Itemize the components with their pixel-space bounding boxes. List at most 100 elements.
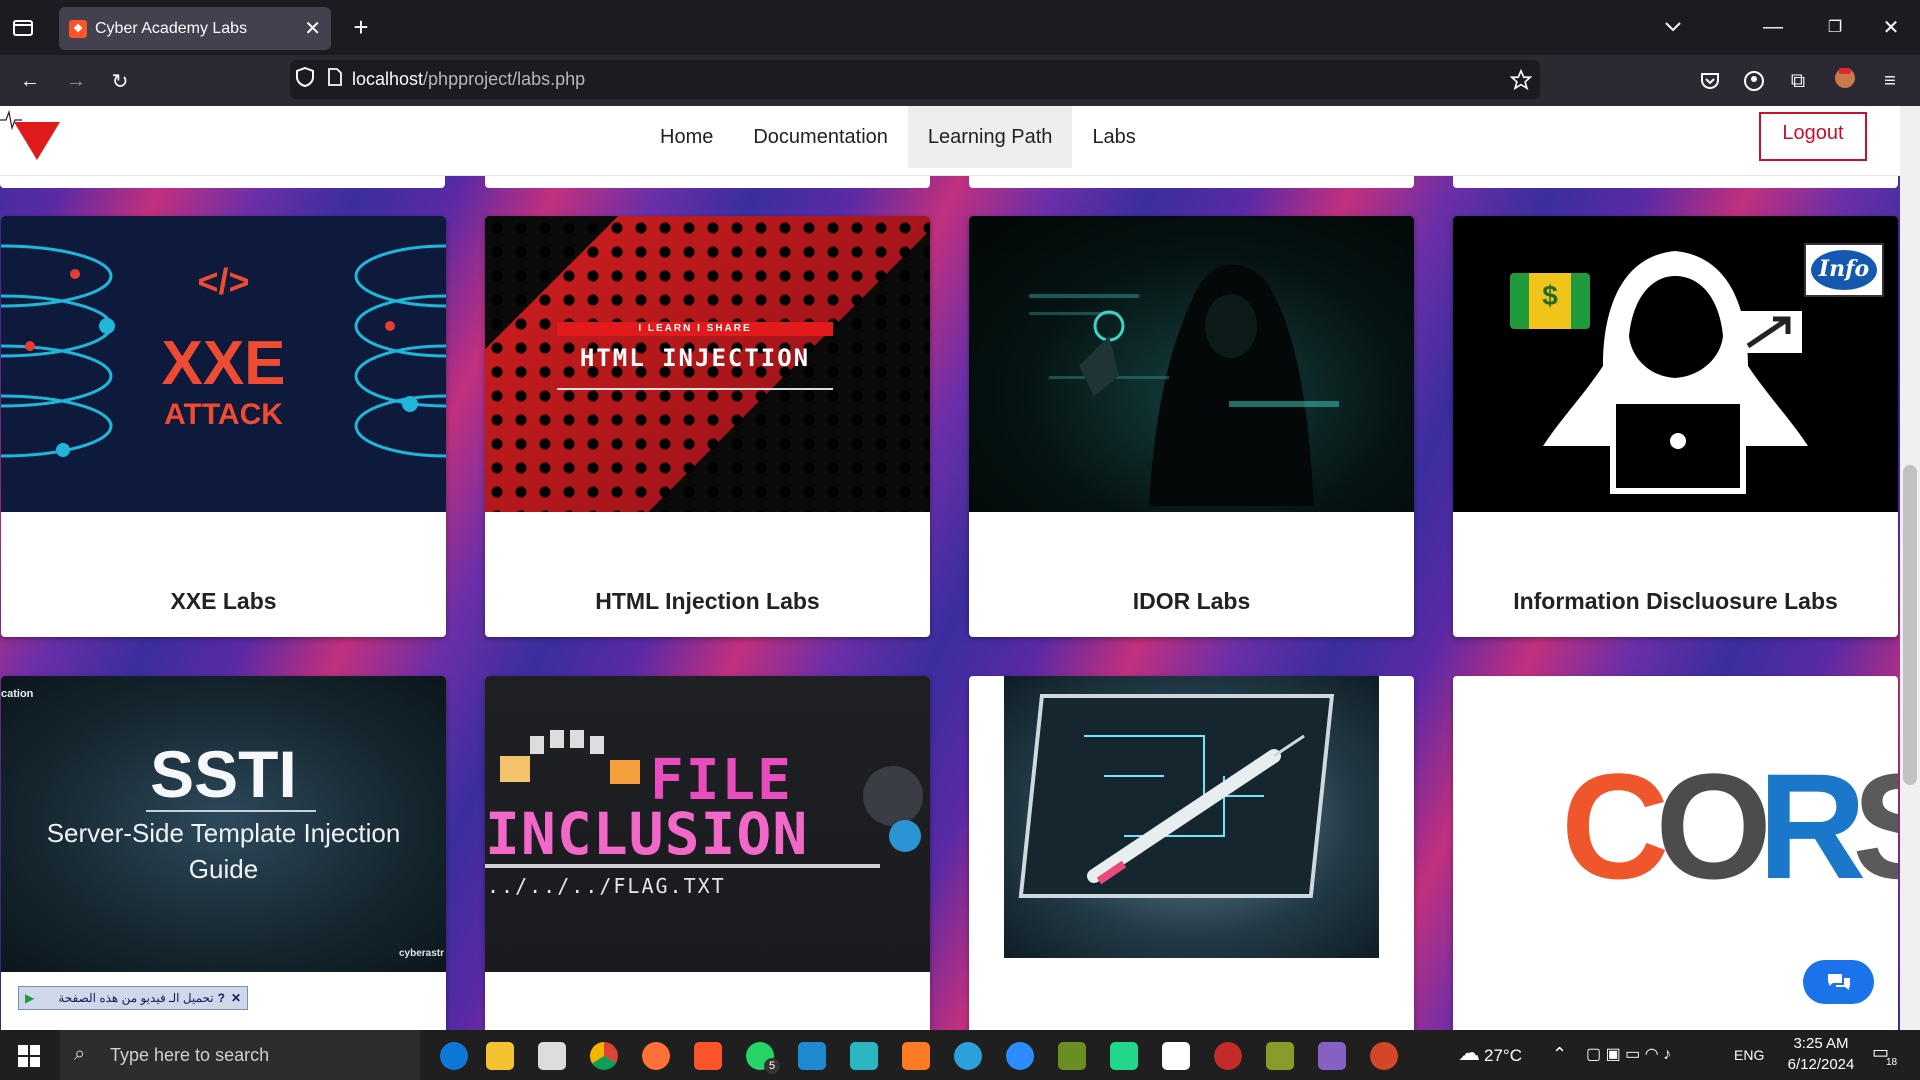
help-icon[interactable]: ?	[218, 991, 225, 1005]
ssti-image-title: SSTI	[150, 737, 297, 811]
vscode-icon[interactable]	[798, 1042, 826, 1070]
telegram-icon[interactable]	[954, 1042, 982, 1070]
card-prev-bottom	[0, 176, 445, 188]
cors-letter-c: C	[1561, 742, 1669, 910]
site-logo-icon[interactable]	[0, 109, 62, 166]
recorder-icon[interactable]	[1214, 1042, 1242, 1070]
restore-icon[interactable]: ❐	[1822, 14, 1848, 40]
app2-icon[interactable]	[1266, 1042, 1294, 1070]
search-placeholder: Type here to search	[110, 1044, 270, 1065]
logout-button[interactable]: Logout	[1759, 112, 1867, 161]
chat-button[interactable]	[1803, 960, 1874, 1004]
video-download-bar[interactable]: ▶ تحميل الـ فيديو من هذه الصفحة ? ✕	[18, 986, 248, 1010]
zoom-icon[interactable]	[1006, 1042, 1034, 1070]
chat-icon	[1827, 974, 1850, 990]
file-inclusion-card-image: FILE INCLUSION ../../../FLAG.TXT	[485, 676, 930, 972]
site-header: Home Documentation Learning Path Labs Lo…	[0, 106, 1900, 176]
windows-taskbar: ⌕ Type here to search 5 ☁ 27°C ⌃ ▢ ▣ ▭ ◠…	[0, 1030, 1920, 1080]
lab-card-title[interactable]: XXE Labs	[1, 588, 446, 615]
extension-avatar-icon[interactable]	[1832, 63, 1858, 93]
forward-icon[interactable]: →	[62, 67, 90, 95]
nav-home[interactable]: Home	[640, 106, 733, 168]
cors-letter-o: O	[1655, 742, 1772, 910]
tab-favicon-icon: ❖	[69, 19, 87, 38]
close-icon[interactable]: ✕	[231, 991, 241, 1005]
browser-tab-active[interactable]: ❖ Cyber Academy Labs ✕	[59, 7, 331, 50]
lab-card-idor[interactable]: IDOR Labs	[969, 216, 1414, 637]
play-icon[interactable]: ▶	[25, 991, 34, 1005]
start-icon[interactable]	[18, 1045, 40, 1067]
html-injection-image-title: HTML INJECTION	[579, 344, 811, 372]
pocket-icon[interactable]	[1696, 67, 1724, 95]
lambda-icon[interactable]	[1058, 1042, 1086, 1070]
menu-icon[interactable]: ≡	[1876, 67, 1904, 95]
file-explorer-icon[interactable]	[486, 1042, 514, 1070]
back-icon[interactable]: ←	[16, 67, 44, 95]
reload-icon[interactable]: ↻	[106, 67, 134, 95]
brave-icon[interactable]	[694, 1042, 722, 1070]
clock-time[interactable]: 3:25 AM	[1786, 1035, 1856, 1052]
lab-card-title[interactable]: Information Discluosure Labs	[1453, 588, 1898, 615]
visual-studio-icon[interactable]	[1318, 1042, 1346, 1070]
lab-card-file-inclusion[interactable]: FILE INCLUSION ../../../FLAG.TXT	[485, 676, 930, 1030]
nav-labs[interactable]: Labs	[1072, 106, 1155, 168]
app-icon[interactable]	[850, 1042, 878, 1070]
nav-documentation[interactable]: Documentation	[733, 106, 908, 168]
shield-icon[interactable]	[296, 66, 314, 92]
lab-card-xxe[interactable]: </> XXE ATTACK XXE Labs	[1, 216, 446, 637]
lab-card-html-injection[interactable]: I LEARN I SHARE HTML INJECTION HTML Inje…	[485, 216, 930, 637]
language-indicator[interactable]: ENG	[1734, 1047, 1764, 1063]
address-bar[interactable]: localhost/phpproject/labs.php	[290, 60, 1540, 99]
firefox-icon[interactable]	[642, 1042, 670, 1070]
extensions-icon[interactable]: ⧉	[1784, 67, 1812, 95]
chevron-up-icon[interactable]: ⌃	[1552, 1044, 1567, 1065]
clock-date[interactable]: 6/12/2024	[1776, 1056, 1866, 1073]
ssti-corner-label: cation	[1, 688, 34, 700]
scrollbar-thumb[interactable]	[1903, 465, 1917, 785]
chrome-icon[interactable]	[590, 1042, 618, 1070]
tray-icons[interactable]: ▢ ▣ ▭ ◠ ♪	[1586, 1044, 1671, 1064]
xampp-icon[interactable]	[902, 1042, 930, 1070]
chevron-down-icon[interactable]	[1660, 14, 1686, 40]
bookmark-star-icon[interactable]	[1509, 68, 1533, 96]
ssti-card-image: cation SSTI Server-Side Template Injecti…	[1, 676, 446, 972]
store-icon[interactable]	[538, 1042, 566, 1070]
weather-temp[interactable]: 27°C	[1484, 1046, 1522, 1066]
taskbar-search[interactable]: ⌕ Type here to search	[60, 1030, 420, 1080]
info-logo-text: Info	[1818, 256, 1870, 282]
html-injection-banner: I LEARN I SHARE	[557, 322, 833, 336]
lab-card-ssti[interactable]: cation SSTI Server-Side Template Injecti…	[1, 676, 446, 1030]
pycharm-icon[interactable]	[1110, 1042, 1138, 1070]
account-icon[interactable]	[1740, 67, 1768, 95]
lab-card-title[interactable]: IDOR Labs	[969, 588, 1414, 615]
minimize-icon[interactable]: —	[1760, 14, 1786, 40]
new-tab-icon[interactable]: +	[348, 12, 374, 42]
browser-navbar: ← → ↻ localhost/phpproject/labs.php ⧉ ≡	[0, 55, 1920, 106]
card-prev-bottom	[485, 176, 930, 188]
info-disclosure-card-image: $ Info	[1453, 216, 1898, 512]
search-icon: ⌕	[74, 1043, 86, 1065]
ssti-image-guide: Guide	[188, 854, 259, 884]
tab-list-icon[interactable]	[10, 15, 36, 41]
capcut-icon[interactable]	[1162, 1042, 1190, 1070]
ssti-image-subtitle: Server-Side Template Injection	[46, 818, 401, 848]
cors-letter-s: S	[1852, 751, 1898, 901]
whatsapp-icon[interactable]: 5	[746, 1042, 780, 1074]
cors-letter-r: R	[1758, 742, 1866, 910]
close-tab-icon[interactable]: ✕	[304, 16, 321, 41]
close-window-icon[interactable]: ✕	[1878, 14, 1904, 40]
page-info-icon[interactable]	[328, 68, 342, 91]
nav-learning-path[interactable]: Learning Path	[907, 106, 1073, 168]
url-path: /phpproject/labs.php	[423, 69, 586, 89]
lab-card-command-injection[interactable]	[969, 676, 1414, 1030]
lab-card-title[interactable]: HTML Injection Labs	[485, 588, 930, 615]
weather-icon[interactable]: ☁	[1458, 1040, 1480, 1066]
whatsapp-badge: 5	[764, 1058, 780, 1074]
powerpoint-icon[interactable]	[1370, 1042, 1398, 1070]
injection-card-image	[1004, 676, 1379, 958]
page-content: </> XXE ATTACK XXE Labs I LEARN I SHARE …	[0, 106, 1900, 1030]
file-inclusion-path: ../../../FLAG.TXT	[487, 874, 726, 898]
edge-icon[interactable]	[440, 1042, 468, 1070]
cors-logo: C O R S	[1561, 751, 1898, 901]
lab-card-information-disclosure[interactable]: $ Info Information Discluosure Labs	[1453, 216, 1898, 637]
